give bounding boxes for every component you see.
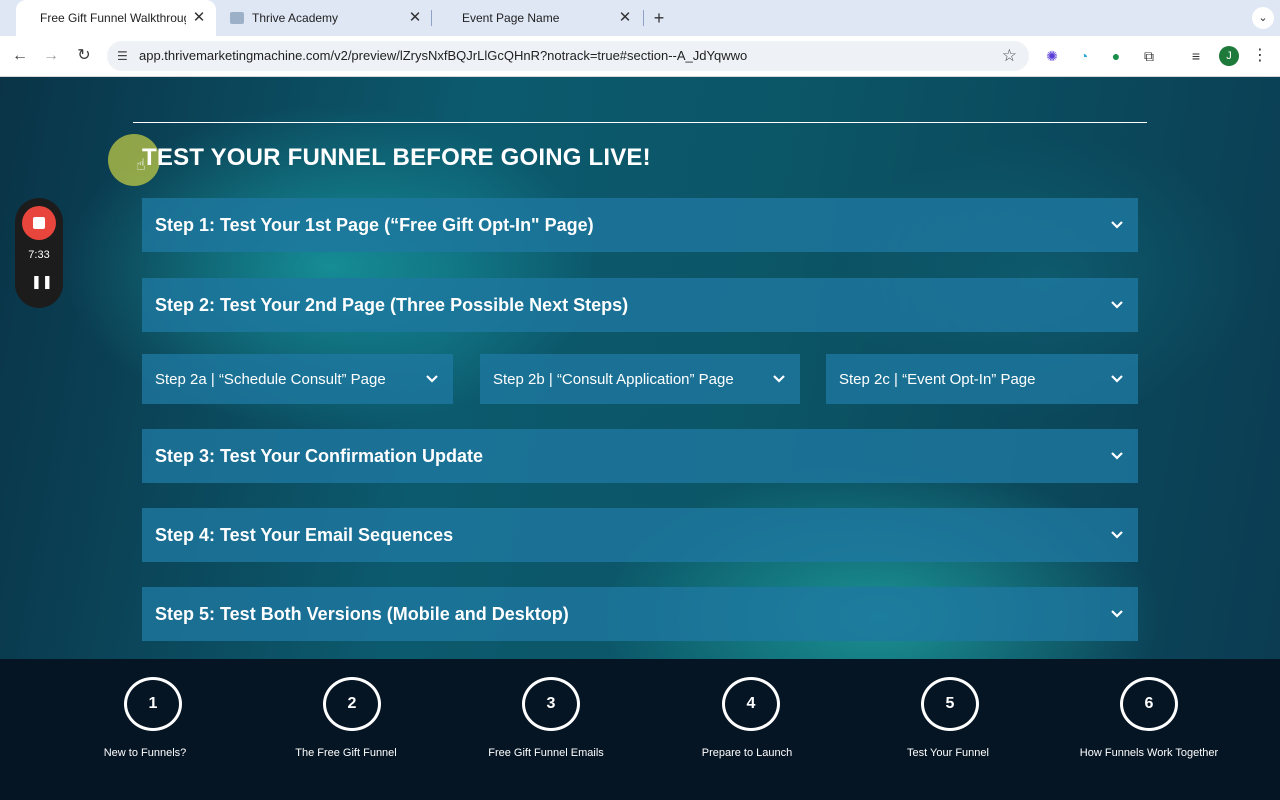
- chevron-down-icon: [1111, 452, 1123, 460]
- close-tab-icon[interactable]: ✕: [406, 9, 424, 27]
- nav-step-3[interactable]: 3 Free Gift Funnel Emails: [446, 659, 646, 800]
- section-divider: [133, 122, 1147, 123]
- browser-toolbar: ← → ↻ ☰ app.thrivemarketingmachine.com/v…: [0, 36, 1280, 77]
- accordion-label: Step 3: Test Your Confirmation Update: [155, 446, 484, 466]
- tab-thrive-academy[interactable]: Thrive Academy ✕: [222, 0, 432, 36]
- extensions-puzzle-icon[interactable]: ⧉: [1139, 46, 1159, 66]
- extension-flower-icon[interactable]: ✺: [1042, 46, 1062, 66]
- accordion-label: Step 2c | “Event Opt-In” Page: [839, 371, 1036, 388]
- stop-recording-button[interactable]: [22, 206, 56, 240]
- step-number-circle: 6: [1120, 677, 1178, 731]
- recording-timer: 7:33: [28, 249, 50, 261]
- page-viewport: TEST YOUR FUNNEL BEFORE GOING LIVE! ☝ St…: [0, 77, 1280, 659]
- step-number-circle: 1: [124, 677, 182, 731]
- accordion-step-1[interactable]: Step 1: Test Your 1st Page (“Free Gift O…: [142, 198, 1138, 252]
- step-number-circle: 3: [522, 677, 580, 731]
- step-number-circle: 2: [323, 677, 381, 731]
- accordion-label: Step 2b | “Consult Application” Page: [493, 371, 734, 388]
- step-caption: Free Gift Funnel Emails: [488, 747, 604, 759]
- forward-arrow-icon[interactable]: →: [39, 44, 63, 68]
- step-number-circle: 5: [921, 677, 979, 731]
- close-tab-icon[interactable]: ✕: [190, 9, 208, 27]
- chevron-down-icon: [1111, 221, 1123, 229]
- accordion-step-2b[interactable]: Step 2b | “Consult Application” Page: [480, 354, 800, 404]
- more-menu-icon[interactable]: ⋮: [1252, 46, 1268, 66]
- chevron-down-icon: [773, 375, 785, 383]
- close-tab-icon[interactable]: ✕: [616, 9, 634, 27]
- tab-free-gift-funnel[interactable]: Free Gift Funnel Walkthrough ✕: [16, 0, 216, 36]
- chevron-down-icon: [1111, 610, 1123, 618]
- media-controls-icon[interactable]: ≡: [1186, 46, 1206, 66]
- chevron-down-icon: [1111, 375, 1123, 383]
- back-arrow-icon[interactable]: ←: [8, 44, 32, 68]
- bookmark-star-icon[interactable]: ☆: [1002, 46, 1017, 66]
- url-text[interactable]: app.thrivemarketingmachine.com/v2/previe…: [139, 48, 747, 63]
- nav-step-1[interactable]: 1 New to Funnels?: [45, 659, 245, 800]
- step-number-circle: 4: [722, 677, 780, 731]
- accordion-label: Step 4: Test Your Email Sequences: [155, 525, 454, 545]
- bottom-step-nav: 1 New to Funnels? 2 The Free Gift Funnel…: [0, 659, 1280, 800]
- tab-label: Free Gift Funnel Walkthrough: [40, 11, 186, 25]
- nav-step-2[interactable]: 2 The Free Gift Funnel: [246, 659, 446, 800]
- pointer-cursor-icon: ☝: [136, 157, 146, 174]
- thrive-favicon-icon: [230, 12, 244, 24]
- accordion-label: Step 5: Test Both Versions (Mobile and D…: [155, 604, 569, 624]
- site-settings-icon[interactable]: ☰: [117, 49, 131, 63]
- page-heading: TEST YOUR FUNNEL BEFORE GOING LIVE!: [142, 144, 651, 171]
- chevron-down-icon: [1111, 531, 1123, 539]
- chevron-down-icon: [426, 375, 438, 383]
- grammarly-icon[interactable]: ●: [1106, 46, 1126, 66]
- tab-event-page[interactable]: Event Page Name ✕: [436, 0, 642, 36]
- accordion-step-2[interactable]: Step 2: Test Your 2nd Page (Three Possib…: [142, 278, 1138, 332]
- reload-icon[interactable]: ↻: [72, 44, 96, 68]
- step-caption: Test Your Funnel: [907, 747, 989, 759]
- accordion-step-4[interactable]: Step 4: Test Your Email Sequences: [142, 508, 1138, 562]
- extension-swirl-icon[interactable]: ◔: [1074, 46, 1094, 66]
- chevron-down-icon: [1111, 301, 1123, 309]
- tab-separator: [431, 10, 432, 26]
- profile-avatar[interactable]: J: [1219, 46, 1239, 66]
- accordion-label: Step 2: Test Your 2nd Page (Three Possib…: [155, 295, 629, 315]
- nav-step-4[interactable]: 4 Prepare to Launch: [647, 659, 847, 800]
- accordion-label: Step 2a | “Schedule Consult” Page: [155, 371, 386, 388]
- step-caption: Prepare to Launch: [701, 747, 793, 759]
- step-caption: How Funnels Work Together: [1079, 747, 1219, 759]
- tab-label: Thrive Academy: [252, 11, 339, 25]
- accordion-step-3[interactable]: Step 3: Test Your Confirmation Update: [142, 429, 1138, 483]
- pause-icon[interactable]: ❚❚: [31, 273, 53, 291]
- accordion-label: Step 1: Test Your 1st Page (“Free Gift O…: [155, 215, 594, 235]
- screen-recorder-widget: 7:33 ❚❚: [15, 198, 63, 308]
- address-bar[interactable]: ☰ app.thrivemarketingmachine.com/v2/prev…: [107, 41, 1029, 71]
- accordion-step-2c[interactable]: Step 2c | “Event Opt-In” Page: [826, 354, 1138, 404]
- accordion-step-2a[interactable]: Step 2a | “Schedule Consult” Page: [142, 354, 453, 404]
- nav-step-5[interactable]: 5 Test Your Funnel: [848, 659, 1048, 800]
- new-tab-button[interactable]: +: [648, 7, 670, 29]
- step-caption: The Free Gift Funnel: [295, 747, 397, 759]
- step-caption: New to Funnels?: [103, 747, 187, 759]
- nav-step-6[interactable]: 6 How Funnels Work Together: [1049, 659, 1249, 800]
- tab-search-icon[interactable]: ⌄: [1252, 7, 1274, 29]
- tab-strip: Free Gift Funnel Walkthrough ✕ Thrive Ac…: [0, 0, 1280, 36]
- tab-separator: [643, 10, 644, 26]
- accordion-step-5[interactable]: Step 5: Test Both Versions (Mobile and D…: [142, 587, 1138, 641]
- tab-label: Event Page Name: [462, 11, 560, 25]
